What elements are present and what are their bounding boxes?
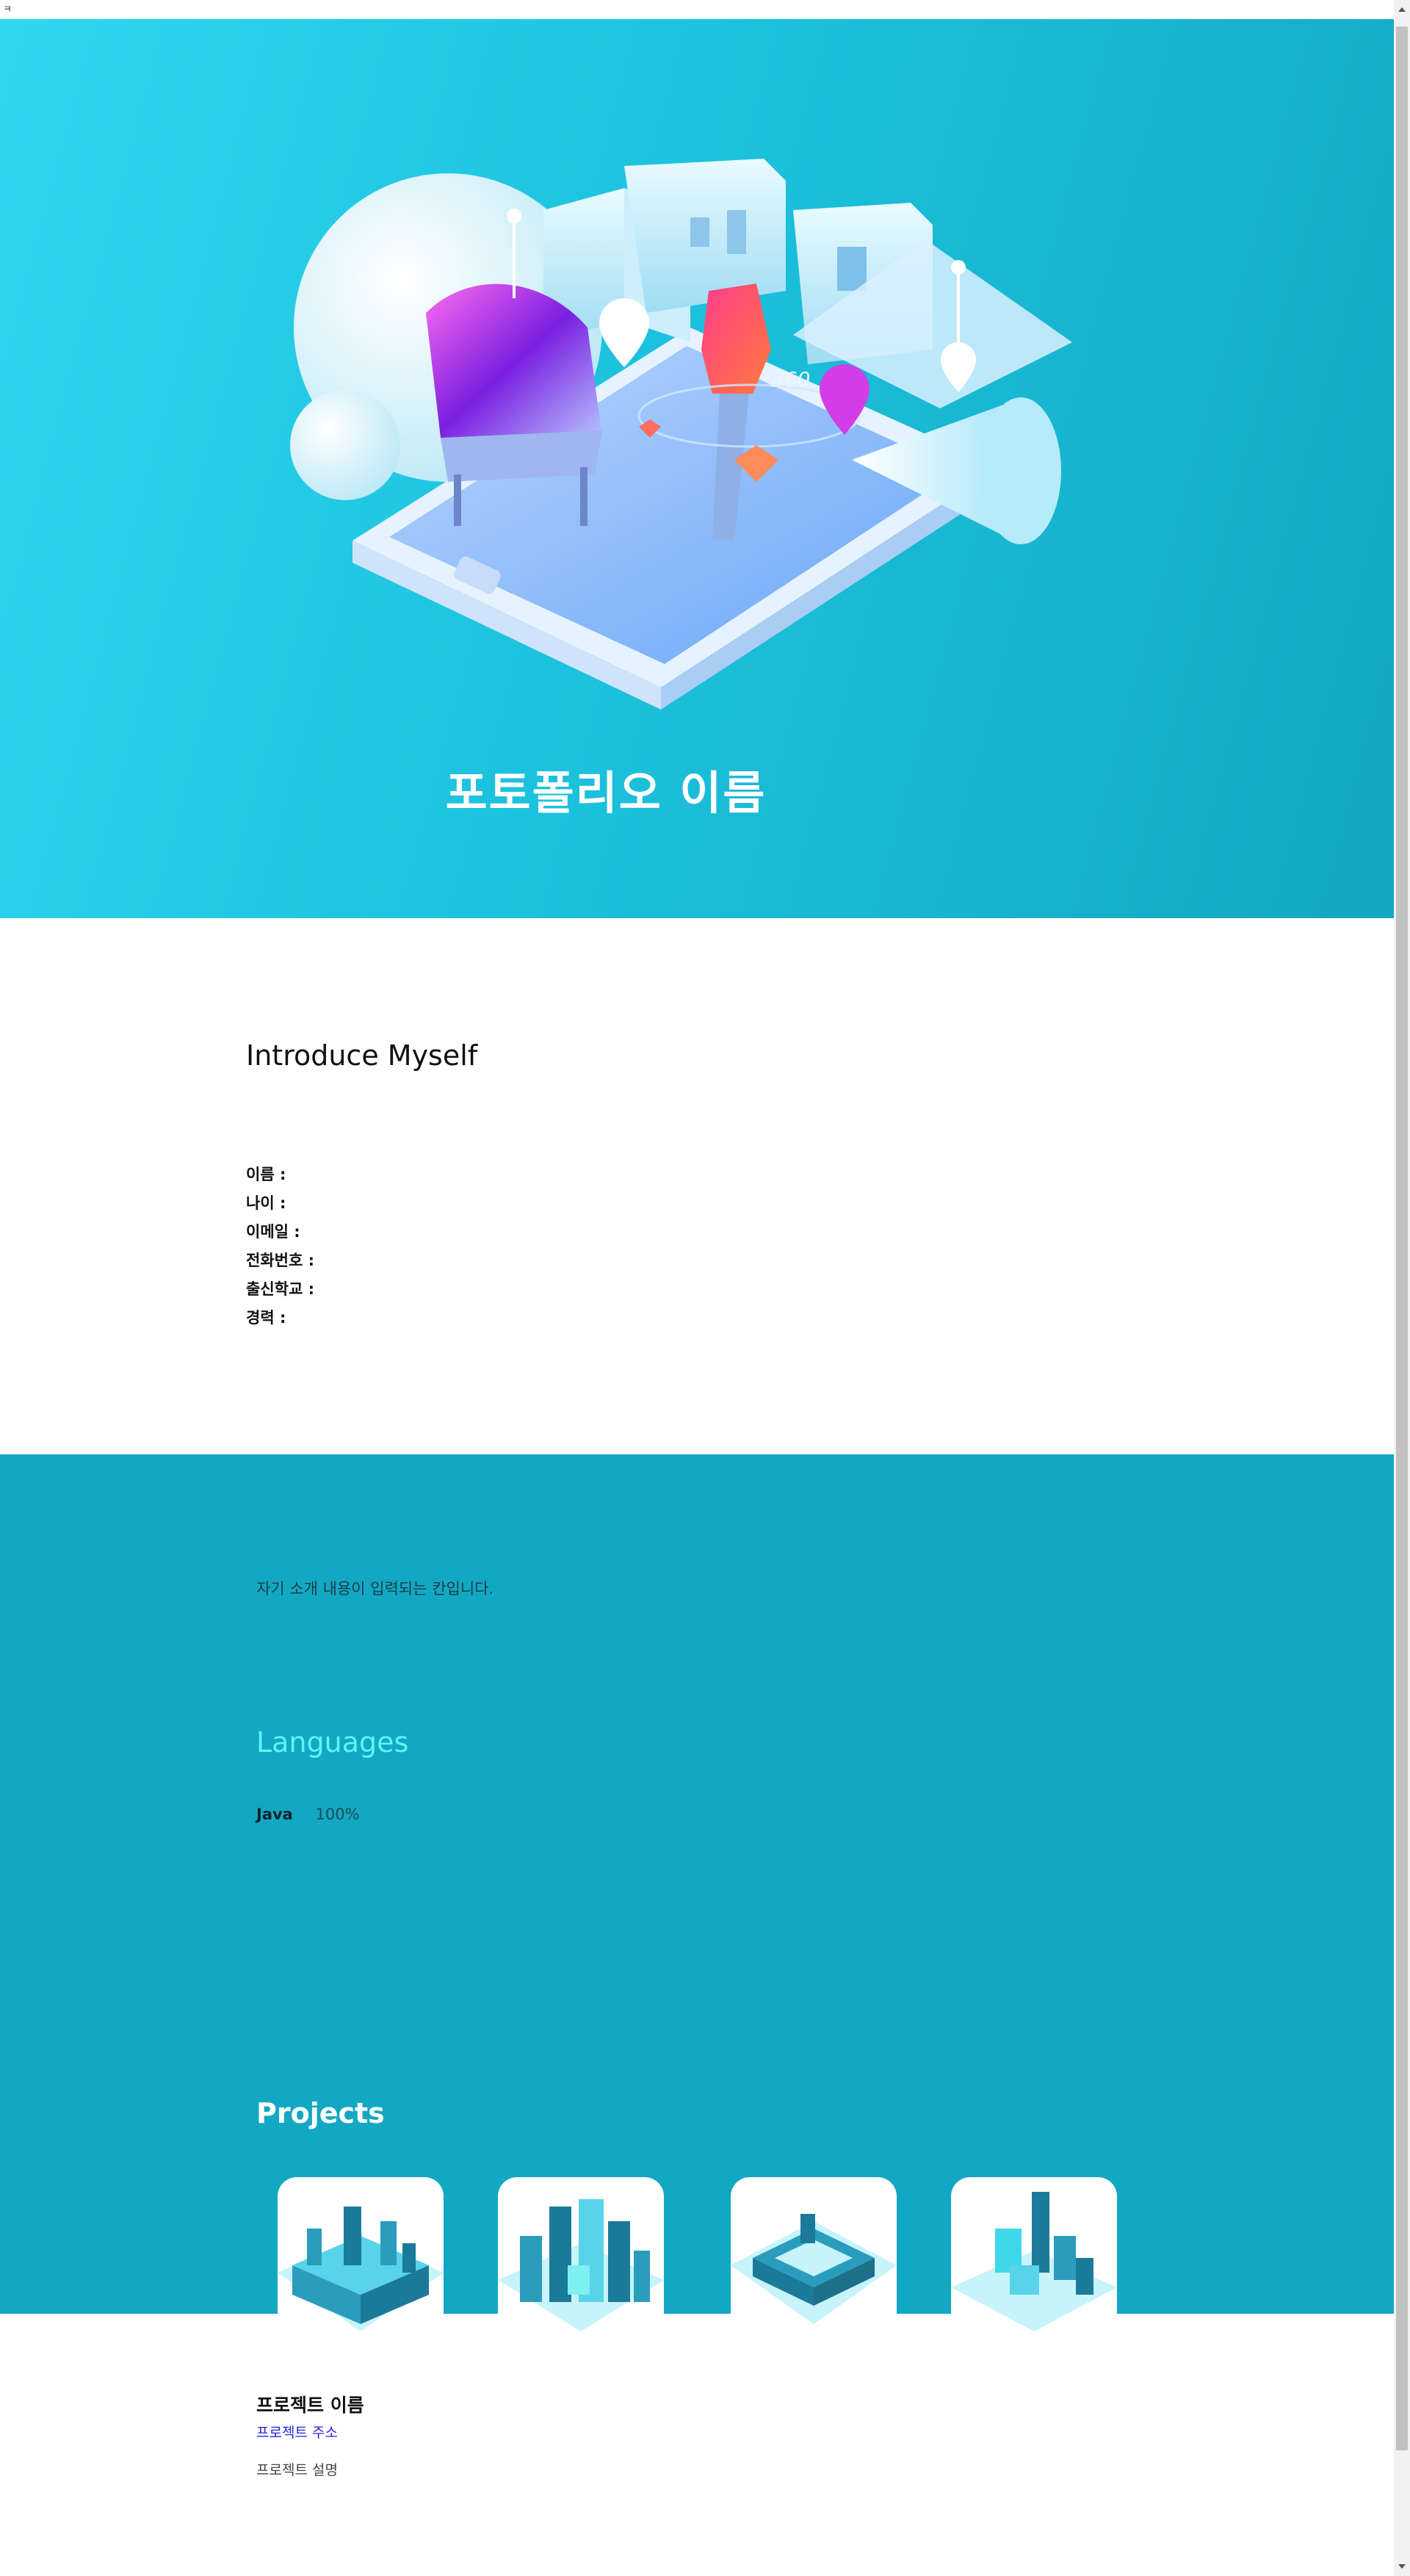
project-card-1[interactable] <box>278 2177 444 2331</box>
name-field-label: 이름 : <box>246 1166 286 1183</box>
age-field-label: 나이 : <box>246 1194 286 1212</box>
illustration-360-label: 360 <box>771 367 810 392</box>
profile-field-list: 이름 : 나이 : 이메일 : 전화번호 : 출신학교 : 경력 : <box>246 1161 314 1332</box>
hero-section: 360 포토폴리오 이름 <box>0 19 1394 918</box>
isometric-city-icon <box>278 2207 444 2331</box>
scrollbar-thumb[interactable] <box>1396 26 1408 2450</box>
browser-top-bar: ㅋ <box>0 0 1394 19</box>
project-link[interactable]: 프로젝트 주소 <box>256 2422 364 2442</box>
scroll-up-arrow-icon[interactable] <box>1398 7 1406 12</box>
project-description: 프로젝트 설명 <box>256 2462 338 2478</box>
introduce-heading: Introduce Myself <box>246 1039 478 1072</box>
introduce-section: Introduce Myself 이름 : 나이 : 이메일 : 전화번호 : … <box>0 918 1394 1454</box>
languages-heading: Languages <box>256 1726 409 1758</box>
language-percent: 100% <box>315 1805 360 1823</box>
isometric-city-icon <box>731 2214 897 2324</box>
language-name: Java <box>256 1805 293 1823</box>
career-field-label: 경력 : <box>246 1309 286 1327</box>
portfolio-title: 포토폴리오 이름 <box>445 766 767 820</box>
page-scrollbar[interactable] <box>1394 0 1410 2576</box>
project-detail: 프로젝트 이름 프로젝트 주소 프로젝트 설명 <box>256 2391 364 2479</box>
projects-heading: Projects <box>256 2097 385 2129</box>
bio-text: 자기 소개 내용이 입력되는 칸입니다. <box>256 1580 494 1598</box>
about-section: 자기 소개 내용이 입력되는 칸입니다. Languages Java 100%… <box>0 1454 1394 2314</box>
language-item: Java 100% <box>256 1805 360 1823</box>
project-card-4[interactable] <box>951 2177 1117 2331</box>
isometric-city-icon <box>498 2199 664 2331</box>
project-card-3[interactable] <box>731 2177 897 2331</box>
isometric-city-icon <box>951 2192 1117 2331</box>
isometric-phone-illustration: 360 <box>290 159 1072 710</box>
project-card-2[interactable] <box>498 2177 664 2331</box>
scroll-down-arrow-icon[interactable] <box>1398 2564 1406 2569</box>
phone-field-label: 전화번호 : <box>246 1252 314 1269</box>
project-name: 프로젝트 이름 <box>256 2395 364 2416</box>
school-field-label: 출신학교 : <box>246 1280 314 1298</box>
email-field-label: 이메일 : <box>246 1223 300 1241</box>
corner-glyph: ㅋ <box>3 4 12 15</box>
